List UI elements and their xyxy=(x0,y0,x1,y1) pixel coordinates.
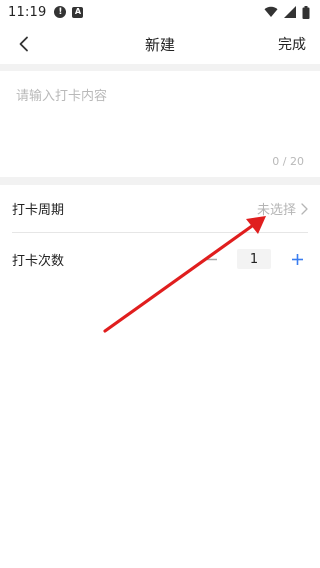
chevron-right-icon xyxy=(301,202,308,215)
char-counter: 0 / 20 xyxy=(272,155,304,168)
content-input[interactable] xyxy=(16,85,304,145)
nav-bar: 新建 完成 xyxy=(0,24,320,64)
done-button[interactable]: 完成 xyxy=(278,24,306,64)
period-row[interactable]: 打卡周期 未选择 xyxy=(12,185,308,233)
back-button[interactable] xyxy=(10,30,38,58)
divider xyxy=(0,177,320,185)
status-bar: 11:19 ! A xyxy=(0,0,320,24)
divider xyxy=(0,64,320,71)
content-section: 0 / 20 xyxy=(0,71,320,177)
decrement-button[interactable] xyxy=(200,248,222,270)
signal-icon xyxy=(284,6,296,18)
alert-icon: ! xyxy=(54,6,67,18)
chevron-left-icon xyxy=(19,36,28,52)
status-notification-icons: ! A xyxy=(54,6,84,18)
a-icon: A xyxy=(72,6,84,18)
page-title: 新建 xyxy=(144,35,175,54)
count-value[interactable]: 1 xyxy=(237,249,271,269)
count-row: 打卡次数 1 xyxy=(12,234,308,284)
period-value: 未选择 xyxy=(256,203,296,218)
period-selector[interactable]: 未选择 xyxy=(257,199,308,218)
battery-icon xyxy=(302,5,310,19)
plus-icon xyxy=(291,253,303,265)
increment-button[interactable] xyxy=(286,248,308,270)
status-time: 11:19 xyxy=(8,4,47,20)
count-stepper: 1 xyxy=(200,248,308,270)
minus-icon xyxy=(205,258,217,260)
wifi-icon xyxy=(264,6,278,18)
period-label: 打卡周期 xyxy=(12,203,65,218)
status-system-icons xyxy=(264,5,310,19)
count-label: 打卡次数 xyxy=(12,253,65,269)
